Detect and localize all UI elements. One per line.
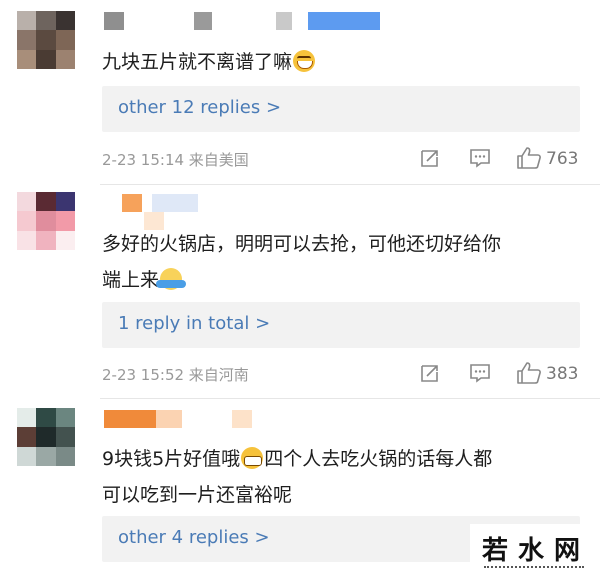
username-blurred[interactable] [104, 410, 252, 428]
avatar[interactable] [17, 408, 75, 466]
comment-text-line: 端上来 [102, 262, 582, 298]
divider [100, 398, 600, 399]
comment-text-content: 端上来 [102, 269, 160, 291]
avatar[interactable] [17, 11, 75, 69]
timestamp: 2-23 15:52 来自河南 [102, 366, 249, 384]
comment-meta: 2-23 15:52 来自河南 383 [102, 361, 582, 385]
replies-link[interactable]: 1 reply in total > [118, 313, 270, 334]
username-blurred[interactable] [104, 194, 198, 212]
share-icon[interactable] [420, 363, 440, 383]
share-icon[interactable] [420, 148, 440, 168]
comment-meta: 2-23 15:14 来自美国 763 [102, 146, 582, 170]
comment-text: 九块五片就不离谱了嘛 [102, 44, 582, 80]
comment-text-content: 九块五片就不离谱了嘛 [102, 51, 293, 73]
comment-text-content: 9块钱5片好值哦 [102, 448, 241, 470]
comment-text: 9块钱5片好值哦 四个人去吃火锅的话每人都 可以吃到一片还富裕呢 [102, 441, 582, 513]
replies-box[interactable]: 1 reply in total > [102, 302, 580, 348]
watermark-underline [484, 566, 584, 571]
like-count: 763 [546, 149, 579, 169]
replies-link[interactable]: other 4 replies > [118, 527, 270, 548]
grinning-face-icon [241, 447, 264, 469]
thumbs-up-icon[interactable] [516, 146, 542, 170]
avatar[interactable] [17, 192, 75, 250]
comment-text: 多好的火锅店，明明可以去抢，可他还切好给你 端上来 [102, 226, 582, 298]
username-blurred[interactable] [104, 12, 380, 30]
comment-icon[interactable] [469, 363, 491, 383]
comment-text-line: 多好的火锅店，明明可以去抢，可他还切好给你 [102, 233, 502, 255]
replies-link[interactable]: other 12 replies > [118, 97, 281, 118]
comment-text-content: 四个人去吃火锅的话每人都 [264, 448, 493, 470]
shrug-face-icon [156, 268, 187, 290]
watermark-text: 若水网 [482, 536, 591, 566]
like-count: 383 [546, 364, 579, 384]
laughing-face-icon [293, 50, 316, 72]
comment-text-line: 可以吃到一片还富裕呢 [102, 484, 293, 506]
replies-box[interactable]: other 12 replies > [102, 86, 580, 132]
watermark: 若水网 [470, 524, 600, 574]
timestamp: 2-23 15:14 来自美国 [102, 151, 249, 169]
comment-text-line: 9块钱5片好值哦 四个人去吃火锅的话每人都 [102, 441, 582, 477]
thumbs-up-icon[interactable] [516, 361, 542, 385]
comment-icon[interactable] [469, 148, 491, 168]
divider [100, 184, 600, 185]
